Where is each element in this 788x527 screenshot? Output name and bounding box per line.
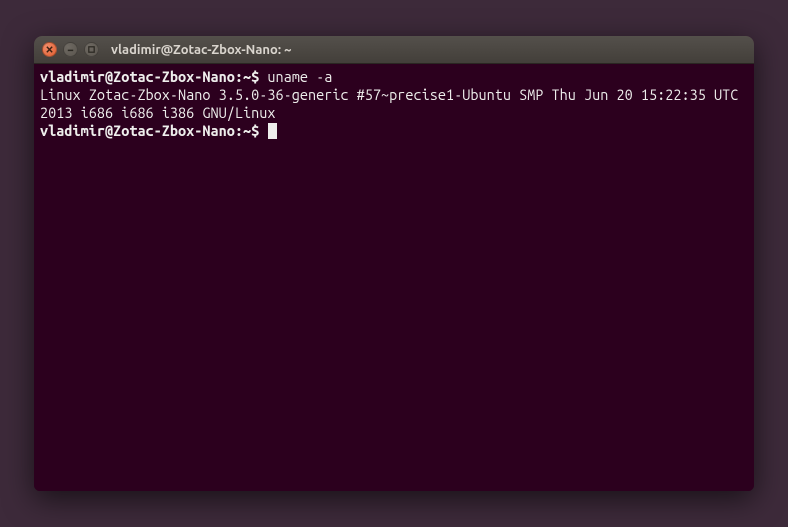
minimize-icon[interactable]: [63, 42, 78, 57]
titlebar[interactable]: vladimir@Zotac-Zbox-Nano: ~: [34, 36, 754, 64]
close-icon[interactable]: [42, 42, 57, 57]
window-title: vladimir@Zotac-Zbox-Nano: ~: [111, 43, 291, 57]
shell-prompt: vladimir@Zotac-Zbox-Nano:~$: [40, 122, 259, 139]
maximize-icon[interactable]: [84, 42, 99, 57]
command-text: uname -a: [267, 68, 332, 85]
shell-prompt: vladimir@Zotac-Zbox-Nano:~$: [40, 68, 259, 85]
command-output: Linux Zotac-Zbox-Nano 3.5.0-36-generic #…: [40, 86, 748, 122]
cursor-icon: [268, 123, 277, 139]
terminal-window: vladimir@Zotac-Zbox-Nano: ~ vladimir@Zot…: [34, 36, 754, 491]
terminal-body[interactable]: vladimir@Zotac-Zbox-Nano:~$ uname -aLinu…: [34, 64, 754, 491]
